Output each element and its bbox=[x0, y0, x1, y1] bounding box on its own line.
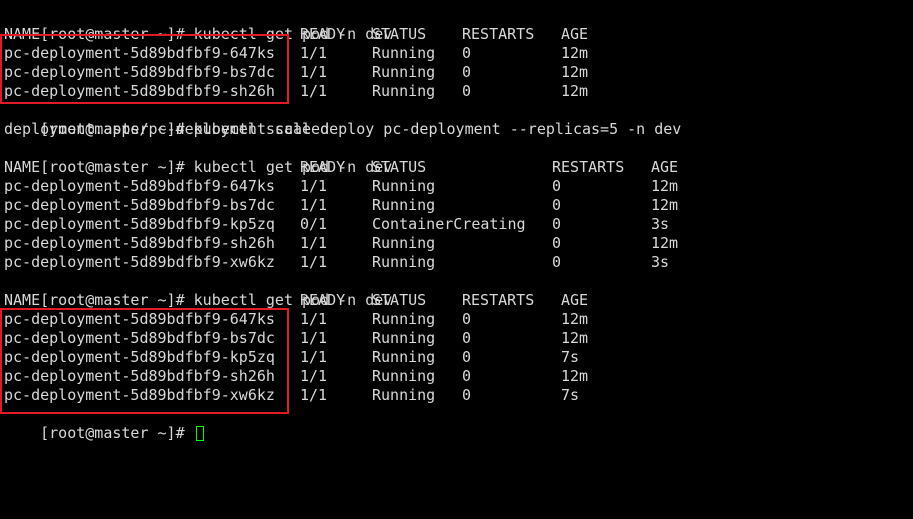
pod-age: 12m bbox=[561, 367, 589, 385]
pod-age: 3s bbox=[651, 253, 670, 271]
header-restarts: RESTARTS bbox=[462, 291, 535, 309]
pod-restarts: 0 bbox=[462, 63, 472, 81]
header-age: AGE bbox=[561, 25, 589, 43]
pod-age: 12m bbox=[561, 310, 589, 328]
pod-ready: 1/1 bbox=[300, 367, 328, 385]
header-restarts: RESTARTS bbox=[462, 25, 535, 43]
pod-restarts: 0 bbox=[552, 253, 562, 271]
table-row: pc-deployment-5d89bdfbf9-xw6kz 1/1 Runni… bbox=[4, 253, 904, 272]
pod-ready: 1/1 bbox=[300, 310, 328, 328]
header-name: NAME bbox=[4, 158, 41, 176]
cursor bbox=[195, 426, 204, 441]
pod-restarts: 0 bbox=[462, 310, 472, 328]
pod-status: Running bbox=[372, 44, 436, 62]
pod-status: ContainerCreating bbox=[372, 215, 526, 233]
pod-status: Running bbox=[372, 234, 436, 252]
command-output: deployment.apps/pc-deployment scaled bbox=[4, 120, 330, 138]
command-line: [root@master ~]# kubectl get pod -n dev bbox=[4, 139, 392, 176]
pod-ready: 1/1 bbox=[300, 82, 328, 100]
pod-status: Running bbox=[372, 196, 436, 214]
command-line: [root@master ~]# kubectl get pod -n dev bbox=[4, 6, 392, 43]
pod-ready: 1/1 bbox=[300, 253, 328, 271]
pod-age: 12m bbox=[561, 329, 589, 347]
command-line: [root@master ~]# kubectl get pod -n dev bbox=[4, 272, 392, 309]
pod-age: 12m bbox=[651, 196, 679, 214]
header-ready: READY bbox=[300, 291, 346, 309]
pod-restarts: 0 bbox=[462, 82, 472, 100]
header-age: AGE bbox=[651, 158, 679, 176]
pod-restarts: 0 bbox=[552, 215, 562, 233]
header-status: STATUS bbox=[372, 25, 427, 43]
pod-name: pc-deployment-5d89bdfbf9-bs7dc bbox=[4, 196, 275, 214]
table-row: pc-deployment-5d89bdfbf9-bs7dc 1/1 Runni… bbox=[4, 196, 904, 215]
pod-status: Running bbox=[372, 348, 436, 366]
header-age: AGE bbox=[561, 291, 589, 309]
pod-age: 12m bbox=[651, 177, 679, 195]
pod-restarts: 0 bbox=[462, 329, 472, 347]
table-row: pc-deployment-5d89bdfbf9-647ks 1/1 Runni… bbox=[4, 177, 904, 196]
terminal-window[interactable]: [root@master ~]# kubectl get pod -n dev … bbox=[0, 0, 913, 496]
pod-status: Running bbox=[372, 63, 436, 81]
pod-ready: 1/1 bbox=[300, 196, 328, 214]
pod-restarts: 0 bbox=[462, 44, 472, 62]
table-row: pc-deployment-5d89bdfbf9-kp5zq 0/1 Conta… bbox=[4, 215, 904, 234]
pod-status: Running bbox=[372, 367, 436, 385]
pod-restarts: 0 bbox=[552, 177, 562, 195]
header-ready: READY bbox=[300, 158, 346, 176]
highlight-box-initial-pods bbox=[0, 34, 289, 104]
pod-age: 7s bbox=[561, 348, 580, 366]
pod-name: pc-deployment-5d89bdfbf9-sh26h bbox=[4, 234, 275, 252]
pod-name: pc-deployment-5d89bdfbf9-xw6kz bbox=[4, 253, 275, 271]
pod-age: 12m bbox=[561, 44, 589, 62]
pod-restarts: 0 bbox=[462, 386, 472, 404]
pod-restarts: 0 bbox=[462, 348, 472, 366]
pod-status: Running bbox=[372, 177, 436, 195]
header-restarts: RESTARTS bbox=[552, 158, 625, 176]
pod-age: 3s bbox=[651, 215, 670, 233]
pod-name: pc-deployment-5d89bdfbf9-kp5zq bbox=[4, 215, 275, 233]
pod-age: 7s bbox=[561, 386, 580, 404]
pod-status: Running bbox=[372, 386, 436, 404]
pod-restarts: 0 bbox=[552, 196, 562, 214]
table-row: pc-deployment-5d89bdfbf9-sh26h 1/1 Runni… bbox=[4, 234, 904, 253]
pod-status: Running bbox=[372, 82, 436, 100]
table-header: NAME READY STATUS RESTARTS AGE bbox=[4, 158, 904, 177]
highlight-box-scaled-pods bbox=[0, 308, 289, 414]
pod-ready: 1/1 bbox=[300, 63, 328, 81]
pod-age: 12m bbox=[561, 82, 589, 100]
pod-age: 12m bbox=[561, 63, 589, 81]
header-status: STATUS bbox=[372, 158, 427, 176]
pod-age: 12m bbox=[651, 234, 679, 252]
pod-restarts: 0 bbox=[462, 367, 472, 385]
pod-status: Running bbox=[372, 310, 436, 328]
pod-status: Running bbox=[372, 329, 436, 347]
prompt: [root@master ~]# bbox=[40, 424, 194, 442]
pod-ready: 1/1 bbox=[300, 329, 328, 347]
header-ready: READY bbox=[300, 25, 346, 43]
pod-status: Running bbox=[372, 253, 436, 271]
pod-ready: 0/1 bbox=[300, 215, 328, 233]
header-status: STATUS bbox=[372, 291, 427, 309]
pod-ready: 1/1 bbox=[300, 348, 328, 366]
pod-name: pc-deployment-5d89bdfbf9-647ks bbox=[4, 177, 275, 195]
pod-ready: 1/1 bbox=[300, 386, 328, 404]
pod-ready: 1/1 bbox=[300, 177, 328, 195]
pod-restarts: 0 bbox=[552, 234, 562, 252]
pod-ready: 1/1 bbox=[300, 234, 328, 252]
pod-ready: 1/1 bbox=[300, 44, 328, 62]
